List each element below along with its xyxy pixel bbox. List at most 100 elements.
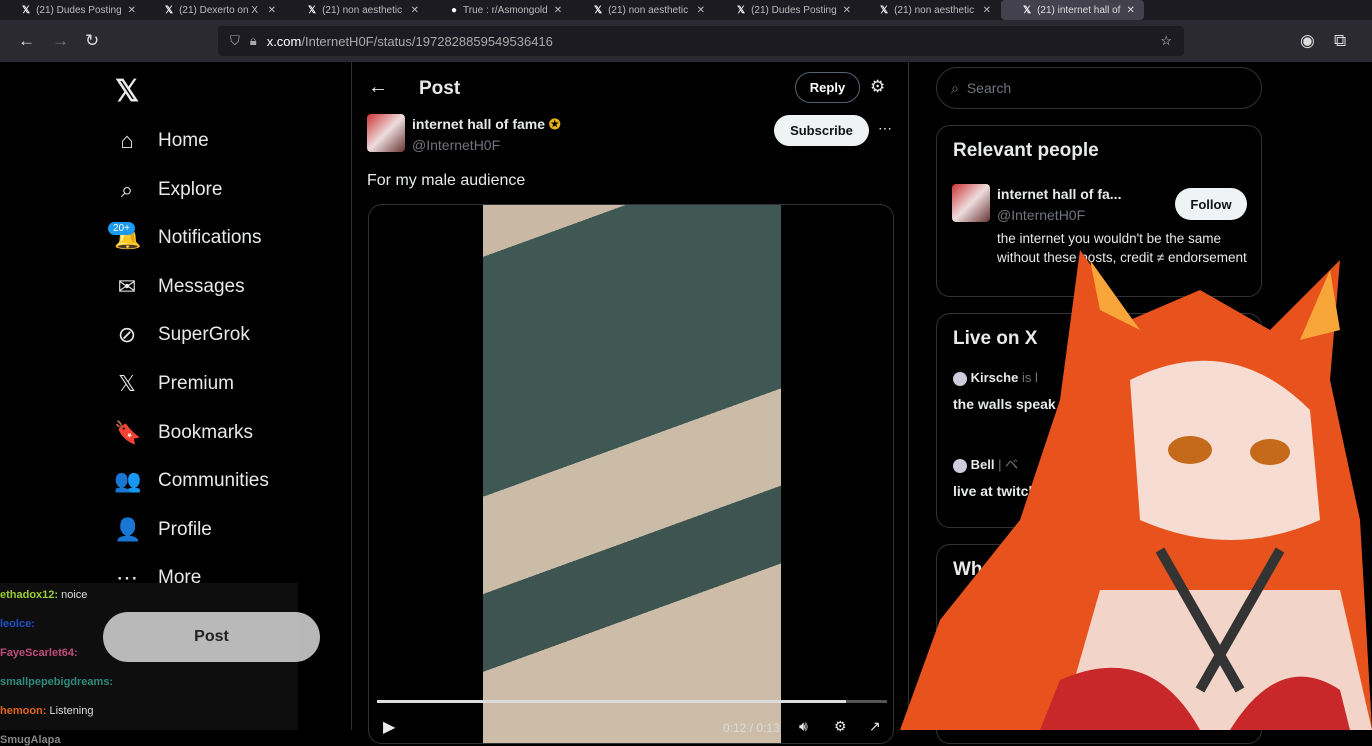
browser-tab[interactable]: 𝕏 (21) Dudes Posting ✕ (715, 0, 858, 20)
person-avatar[interactable] (952, 184, 990, 222)
follow-button[interactable]: Follow (1175, 188, 1247, 220)
chat-username: FayeScarlet64: (0, 647, 78, 659)
reply-button[interactable]: Reply (795, 72, 860, 103)
x-logo[interactable]: 𝕏 (115, 74, 139, 109)
url-host: x.com (266, 33, 302, 49)
search-input[interactable]: ⌕ Search (936, 67, 1262, 109)
volume-icon[interactable]: 🔊︎ (799, 718, 808, 735)
nav-bar: ← → ↻ ⛉ 🔒︎ x.com/InternetH0F/status/19728… (0, 20, 1372, 62)
close-tab-icon[interactable]: ✕ (843, 5, 851, 16)
play-icon[interactable]: ▶ (383, 717, 395, 737)
sidebar-item-notifications[interactable]: 🔔 Notifications (114, 225, 262, 251)
tab-favicon-icon: 𝕏 (1023, 4, 1032, 16)
page-title: Post (419, 78, 461, 99)
sidebar-item-messages[interactable]: ✉ Messages (114, 274, 245, 300)
chat-message: ethadox12: noice (0, 589, 87, 601)
tab-favicon-icon: 𝕏 (880, 4, 889, 16)
settings-icon[interactable]: ⚙ (834, 718, 847, 735)
sidebar-item-explore[interactable]: ⌕ Explore (114, 177, 223, 203)
tab-favicon-icon: ● (451, 4, 458, 16)
profile-icon: 👤 (114, 516, 142, 542)
browser-tab[interactable]: 𝕏 (21) non aesthetic ✕ (572, 0, 715, 20)
tab-title: True : r/Asmongold (463, 4, 548, 16)
sidebar-item-supergrok[interactable]: ⊘ SuperGrok (114, 322, 250, 348)
person-name[interactable]: internet hall of fa... (997, 186, 1121, 202)
chat-message: SmugAlapa (0, 734, 64, 746)
forward-icon[interactable]: → (52, 31, 69, 51)
tab-title: (21) Dudes Posting (751, 4, 837, 16)
bookmark-star-icon[interactable]: ☆ (1160, 33, 1172, 49)
sidebar-item-label: Bookmarks (158, 421, 254, 443)
close-tab-icon[interactable]: ✕ (128, 5, 136, 16)
settings-sliders-icon[interactable]: ⚙ (870, 77, 885, 97)
url-bar[interactable]: ⛉ 🔒︎ x.com/InternetH0F/status/19728288595… (218, 26, 1184, 56)
chat-text: Listening (49, 705, 94, 717)
sidebar-item-label: Notifications (158, 227, 262, 249)
extensions-icon[interactable]: ⧉ (1334, 31, 1346, 51)
sidebar-item-label: Messages (158, 275, 245, 297)
chat-message: leolce: (0, 618, 38, 630)
chat-username: hemoon: (0, 705, 47, 717)
video-player[interactable]: ▶ 0:12 / 0:13 🔊︎ ⚙ ↗ (368, 204, 894, 744)
search-icon: ⌕ (951, 79, 959, 96)
author-name[interactable]: internet hall of fame ✪ (412, 116, 561, 133)
chat-message: FayeScarlet64: (0, 647, 81, 659)
browser-tab[interactable]: ● True : r/Asmongold ✕ (429, 0, 572, 20)
chat-message: hemoon: Listening (0, 705, 94, 717)
bookmarks-icon: 🔖 (114, 419, 142, 445)
back-icon[interactable]: ← (18, 31, 35, 51)
sidebar-item-label: Explore (158, 178, 223, 200)
lock-icon: 🔒︎ (249, 33, 257, 48)
supergrok-icon: ⊘ (117, 322, 137, 348)
home-icon: ⌂ (120, 128, 134, 153)
browser-tab[interactable]: 𝕏 (21) non aesthetic ✕ (858, 0, 1001, 20)
author-avatar[interactable] (367, 114, 405, 152)
author-handle[interactable]: @InternetH0F (412, 137, 500, 153)
sidebar-item-home[interactable]: ⌂ Home (114, 128, 208, 154)
tab-title: (21) Dexerto on X (179, 4, 258, 16)
search-placeholder: Search (966, 80, 1012, 96)
tab-favicon-icon: 𝕏 (22, 4, 31, 16)
tab-title: (21) non aesthetic (322, 4, 403, 16)
chat-text: noice (61, 589, 88, 601)
close-tab-icon[interactable]: ✕ (554, 5, 562, 16)
communities-icon: 👥 (114, 468, 142, 494)
browser-tab[interactable]: 𝕏 (21) Dudes Posting ✕ (0, 0, 143, 20)
back-arrow-icon[interactable]: ← (368, 76, 388, 99)
browser-tab[interactable]: 𝕏 (21) internet hall of ✕ (1001, 0, 1144, 20)
premium-icon: 𝕏 (118, 371, 136, 396)
sidebar-item-profile[interactable]: 👤 Profile (114, 517, 212, 543)
browser-tab[interactable]: 𝕏 (21) non aesthetic ✕ (286, 0, 429, 20)
chat-username: ethadox12: (0, 589, 59, 601)
sidebar-item-label: Communities (158, 470, 269, 492)
tab-title: (21) Dudes Posting (36, 4, 122, 16)
subscribe-button[interactable]: Subscribe (774, 115, 869, 146)
sidebar-item-bookmarks[interactable]: 🔖 Bookmarks (114, 420, 253, 446)
verified-badge-icon: ✪ (548, 116, 561, 132)
fullscreen-icon[interactable]: ↗ (869, 718, 881, 735)
tab-title: (21) non aesthetic (894, 4, 975, 16)
vtuber-avatar (900, 250, 1372, 730)
close-tab-icon[interactable]: ✕ (268, 5, 276, 16)
close-tab-icon[interactable]: ✕ (983, 5, 991, 16)
post-button[interactable]: Post (103, 612, 320, 662)
sidebar-item-premium[interactable]: 𝕏 Premium (114, 371, 234, 397)
close-tab-icon[interactable]: ✕ (1126, 5, 1134, 16)
video-frame (483, 205, 781, 743)
account-icon[interactable]: ◉ (1300, 31, 1315, 51)
post-text: For my male audience (367, 172, 526, 189)
sidebar-item-communities[interactable]: 👥 Communities (114, 468, 269, 494)
tab-title: (21) internet hall of (1037, 4, 1121, 16)
reload-icon[interactable]: ↻ (85, 31, 99, 51)
chat-username: smallpepebigdreams: (0, 676, 114, 688)
tab-favicon-icon: 𝕏 (594, 4, 603, 16)
video-progress-bar[interactable] (377, 700, 887, 703)
browser-tab[interactable]: 𝕏 (21) Dexerto on X ✕ (143, 0, 286, 20)
sidebar-item-label: SuperGrok (158, 324, 250, 346)
sidebar-item-label: Profile (158, 518, 212, 540)
more-options-icon[interactable]: ⋯ (878, 120, 892, 137)
close-tab-icon[interactable]: ✕ (411, 5, 419, 16)
close-tab-icon[interactable]: ✕ (697, 5, 705, 16)
chat-username: leolce: (0, 618, 35, 630)
post-column: ← Post Reply ⚙ internet hall of fame ✪ @… (351, 62, 909, 744)
